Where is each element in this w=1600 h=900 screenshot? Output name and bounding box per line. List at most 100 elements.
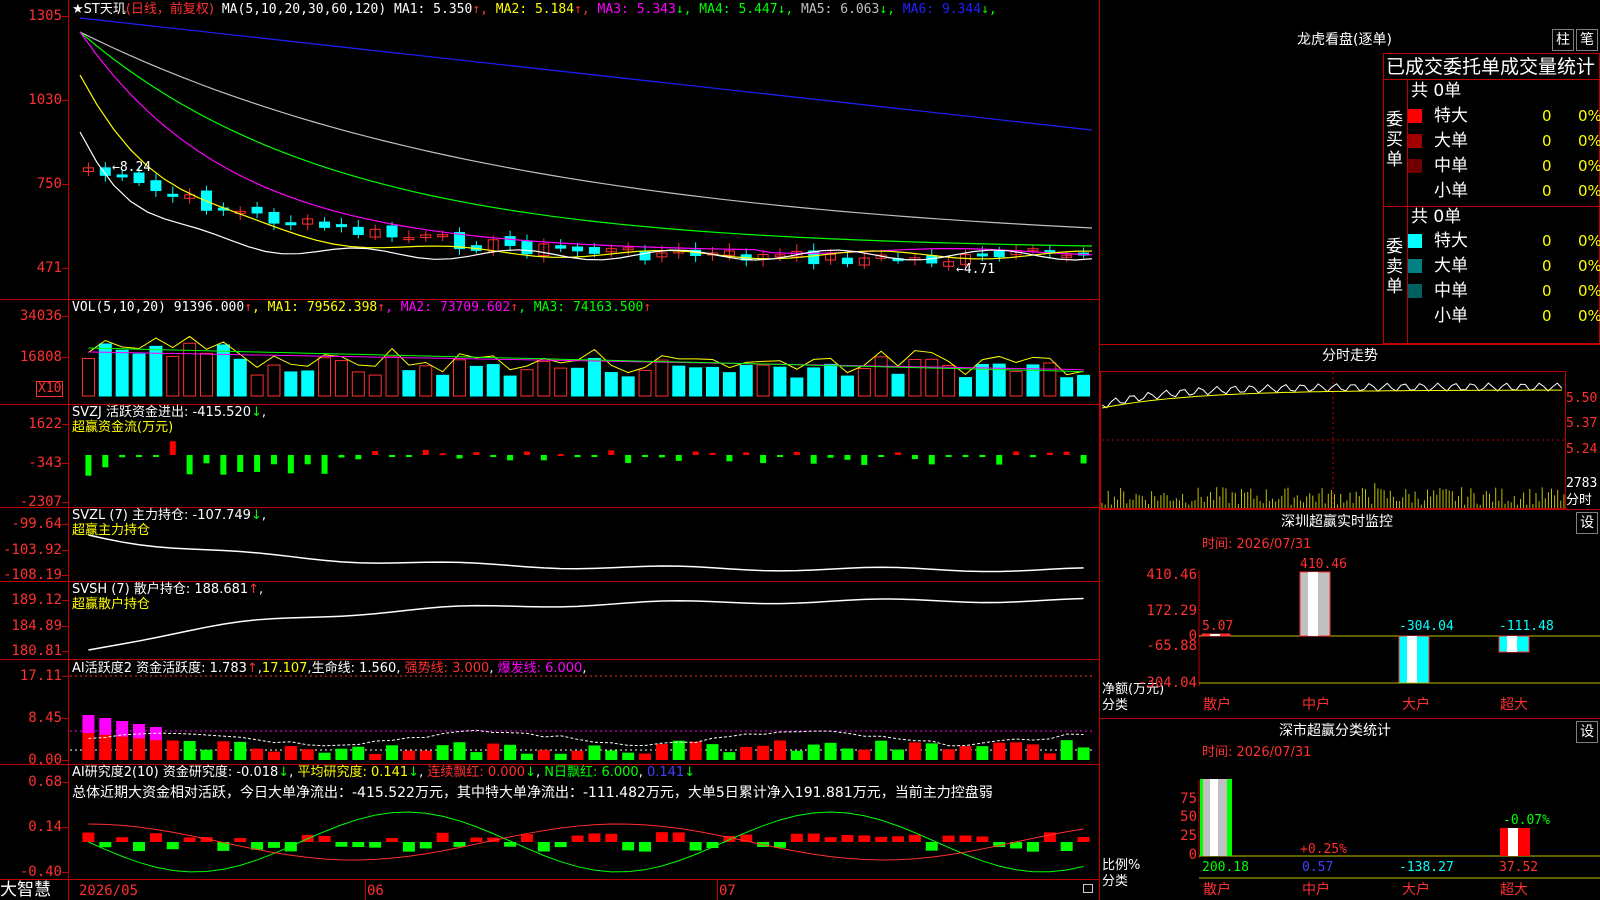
research-bar [689, 842, 702, 851]
fundflow-bar [760, 455, 767, 464]
fundflow-bar [844, 455, 851, 460]
fundflow-bar [507, 455, 514, 461]
svzj-header: SVZJ 活跃资金进出: -415.520↓, [72, 405, 267, 420]
activity-bar [959, 746, 972, 760]
fundflow-bar [793, 451, 800, 455]
activity-bar [234, 741, 247, 760]
monitor-category: 散户 [1203, 697, 1231, 713]
volume-bar [301, 370, 315, 397]
activity-bar [116, 736, 129, 760]
research-bar [925, 842, 938, 851]
monitor-axis-label: 410.46 [1146, 567, 1197, 583]
bar-view-button[interactable]: 柱 [1552, 29, 1574, 51]
fundflow-bar [254, 455, 261, 472]
axis-tick [62, 550, 68, 551]
volume-bar [250, 374, 264, 397]
classify-title: 深市超赢分类统计 [1279, 723, 1391, 739]
classify-pct-label: -0.07% [1503, 813, 1550, 828]
intraday-axis-low: 5.24 [1566, 442, 1598, 457]
monitor-bar-highlight [1308, 572, 1318, 636]
research-bar [537, 842, 550, 852]
candle-body [555, 245, 567, 249]
axis-tick [62, 524, 68, 525]
volume-bar [469, 365, 483, 397]
research-bar [386, 837, 399, 842]
monitor-settings-button[interactable]: 设 [1576, 512, 1598, 534]
classify-unit2: 分类 [1102, 874, 1129, 889]
order-row: 中单 0 0% [1408, 279, 1600, 303]
axis-tick-label: 8.45 [28, 710, 62, 726]
classify-category: 超大 [1500, 882, 1528, 898]
order-row: 中单 0 0% [1408, 154, 1600, 178]
classify-value: 0.57 [1302, 860, 1334, 875]
activity-bar [672, 740, 685, 760]
order-count: 0 [1542, 232, 1552, 250]
fundflow-bar [675, 455, 682, 461]
order-color-swatch [1408, 234, 1422, 248]
order-type: 大单 [1434, 131, 1468, 151]
fundflow-bar [321, 455, 328, 474]
intraday-title: 分时走势 [1322, 348, 1378, 364]
research-bar [470, 837, 483, 842]
fundflow-bar [1029, 455, 1036, 458]
order-count: 0 [1542, 157, 1552, 175]
order-color-swatch [1408, 159, 1422, 173]
classify-settings-button[interactable]: 设 [1576, 721, 1598, 743]
activity-bar [942, 749, 955, 760]
tick-view-button[interactable]: 笔 [1576, 29, 1598, 51]
axis-tick [62, 600, 68, 601]
activity-bar [520, 753, 533, 760]
activity-bar [133, 738, 146, 760]
order-row: 小单 0 0% [1408, 179, 1600, 203]
svzl-header: SVZL (7) 主力持仓: -107.749↓, [72, 508, 266, 523]
volume-bar [604, 372, 618, 397]
retail-holding-line [88, 597, 1084, 651]
activity-bar [99, 734, 112, 760]
research-bar [166, 842, 179, 850]
classify-axis-label: 25 [1180, 828, 1197, 844]
research-bar [908, 834, 921, 842]
axis-tick-label: -108.19 [2, 567, 62, 583]
volume-bar [706, 366, 719, 397]
ai2-summary: 总体近期大资金相对活跃，今日大单净流出：-415.522万元，其中特大单净流出：… [72, 785, 993, 801]
classify-category: 中户 [1302, 882, 1330, 898]
ma6-line [79, 17, 1093, 131]
lhb-title: 龙虎看盘(逐单) [1297, 32, 1392, 48]
activity-bar [352, 746, 365, 760]
fundflow-bar [608, 450, 615, 455]
volume-bar [453, 359, 466, 397]
activity-bar [183, 740, 196, 760]
research-bar [639, 842, 652, 852]
activity-bar [571, 750, 584, 760]
lock-icon[interactable] [1083, 884, 1093, 893]
axis-tick-label: 0.00 [28, 752, 62, 768]
main-holding-line [88, 534, 1084, 573]
volume-bar [1043, 362, 1057, 397]
axis-tick-label: -99.64 [11, 516, 62, 532]
monitor-value: -111.48 [1499, 619, 1554, 634]
monitor-category: 中户 [1302, 697, 1330, 713]
volume-bar [284, 371, 298, 397]
svsh-header: SVSH (7) 散户持仓: 188.681↑, [72, 582, 264, 597]
axis-tick [62, 827, 68, 828]
candle-body [251, 206, 263, 214]
fundflow-bar [152, 455, 159, 457]
volume-bar [368, 374, 382, 397]
classify-time: 时间: 2026/07/31 [1202, 745, 1312, 760]
vol-ma-2: , MA2: 73709.602 [385, 300, 511, 315]
research-bar [875, 836, 888, 842]
axis-tick-label: 184.89 [11, 618, 62, 634]
order-count: 0 [1542, 132, 1552, 150]
order-type: 小单 [1434, 181, 1468, 201]
fundflow-bar [962, 455, 969, 457]
volume-bar [942, 364, 956, 397]
axis-tick-label: 1622 [28, 416, 62, 432]
fundflow-bar [743, 452, 750, 455]
ma1-line [79, 131, 1093, 261]
fundflow-bar [1013, 451, 1020, 455]
classify-category: 大户 [1402, 882, 1430, 898]
sell-total: 共 0单 [1411, 207, 1462, 227]
volume-bar [351, 371, 365, 397]
candle-body [268, 211, 280, 224]
panel-divider [1100, 344, 1600, 345]
